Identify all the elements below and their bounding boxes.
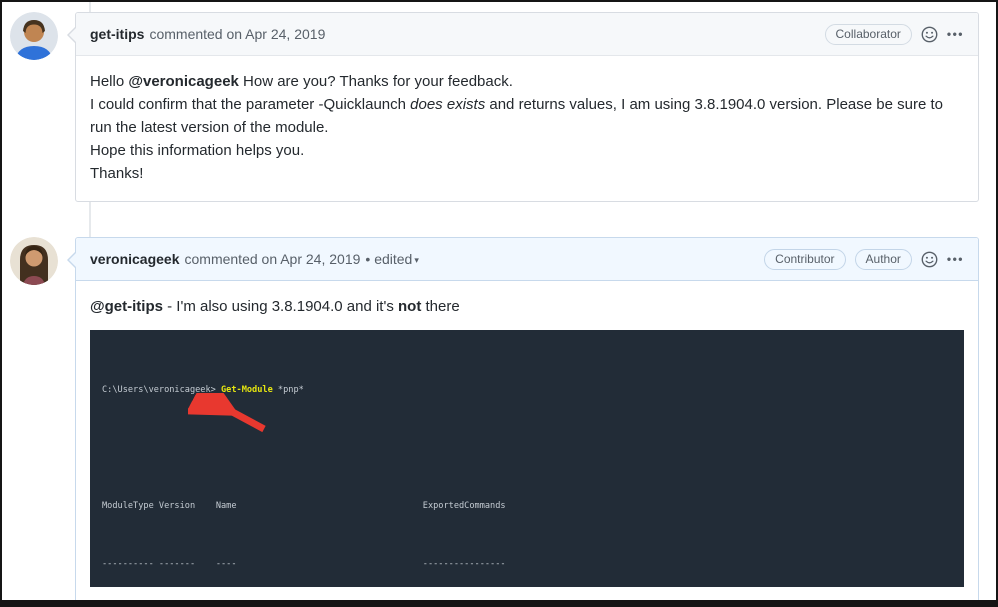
kebab-menu-button[interactable]: ••• <box>947 252 964 266</box>
comment-box: get-itips commented on Apr 24, 2019 Coll… <box>67 12 979 202</box>
comment-text-line: Hello @veronicageek How are you? Thanks … <box>90 73 513 90</box>
header-actions: Collaborator ••• <box>824 23 964 45</box>
contributor-badge: Contributor <box>764 248 846 270</box>
timeline-line <box>89 202 91 237</box>
header-actions: Contributor Author ••• <box>764 248 964 270</box>
emoji-reaction-button[interactable] <box>921 251 938 268</box>
bubble-caret <box>68 26 78 44</box>
kebab-menu-button[interactable]: ••• <box>947 27 964 41</box>
emoji-reaction-button[interactable] <box>921 26 938 43</box>
smiley-icon <box>921 26 938 42</box>
edited-dropdown[interactable]: • edited ▾ <box>365 251 418 267</box>
terminal-output: C:\Users\veronicageek> Get-Module *pnp* … <box>102 338 952 587</box>
comment-body: @get-itips - I'm also using 3.8.1904.0 a… <box>76 281 978 600</box>
comment-box: veronicageek commented on Apr 24, 2019 •… <box>67 237 979 600</box>
red-arrow-annotation <box>188 393 266 433</box>
mention-link-veronicageek[interactable]: @veronicageek <box>128 73 239 90</box>
powershell-terminal: C:\Users\veronicageek> Get-Module *pnp* … <box>90 330 964 587</box>
table-header: ModuleType Version Name ExportedCommands <box>102 501 506 511</box>
comment-body: Hello @veronicageek How are you? Thanks … <box>76 56 978 201</box>
comment-text-line: Thanks! <box>90 165 144 182</box>
timeline-line <box>89 2 91 12</box>
issue-thread: get-itips commented on Apr 24, 2019 Coll… <box>2 2 996 600</box>
terminal-screenshot-image[interactable]: C:\Users\veronicageek> Get-Module *pnp* … <box>90 330 964 587</box>
smiley-icon <box>921 251 938 267</box>
comment-timestamp: commented on Apr 24, 2019 <box>184 251 361 267</box>
comment-text-line: @get-itips - I'm also using 3.8.1904.0 a… <box>90 298 460 315</box>
comment-text-line: Hope this information helps you. <box>90 142 305 159</box>
issue-thread-frame: get-itips commented on Apr 24, 2019 Coll… <box>0 0 998 607</box>
comment-header: veronicageek commented on Apr 24, 2019 •… <box>76 238 978 281</box>
avatar-get-itips[interactable] <box>10 12 58 60</box>
author-link[interactable]: veronicageek <box>90 251 180 267</box>
author-link[interactable]: get-itips <box>90 26 144 42</box>
comment-timestamp: commented on Apr 24, 2019 <box>149 26 326 42</box>
avatar-veronicageek[interactable] <box>10 237 58 285</box>
avatar-column <box>2 237 75 600</box>
comment-get-itips: get-itips commented on Apr 24, 2019 Coll… <box>2 12 996 202</box>
chevron-down-icon: ▾ <box>414 255 419 265</box>
bubble-caret <box>68 251 78 269</box>
comment-veronicageek: veronicageek commented on Apr 24, 2019 •… <box>2 237 996 600</box>
comment-header: get-itips commented on Apr 24, 2019 Coll… <box>76 13 978 56</box>
mention-link-get-itips[interactable]: @get-itips <box>90 298 163 315</box>
author-badge: Author <box>854 248 912 270</box>
avatar-column <box>2 12 75 202</box>
comment-text-line: I could confirm that the parameter -Quic… <box>90 96 943 136</box>
collaborator-badge: Collaborator <box>824 23 912 45</box>
table-divider: ---------- ------- ---- ---------------- <box>102 559 506 569</box>
